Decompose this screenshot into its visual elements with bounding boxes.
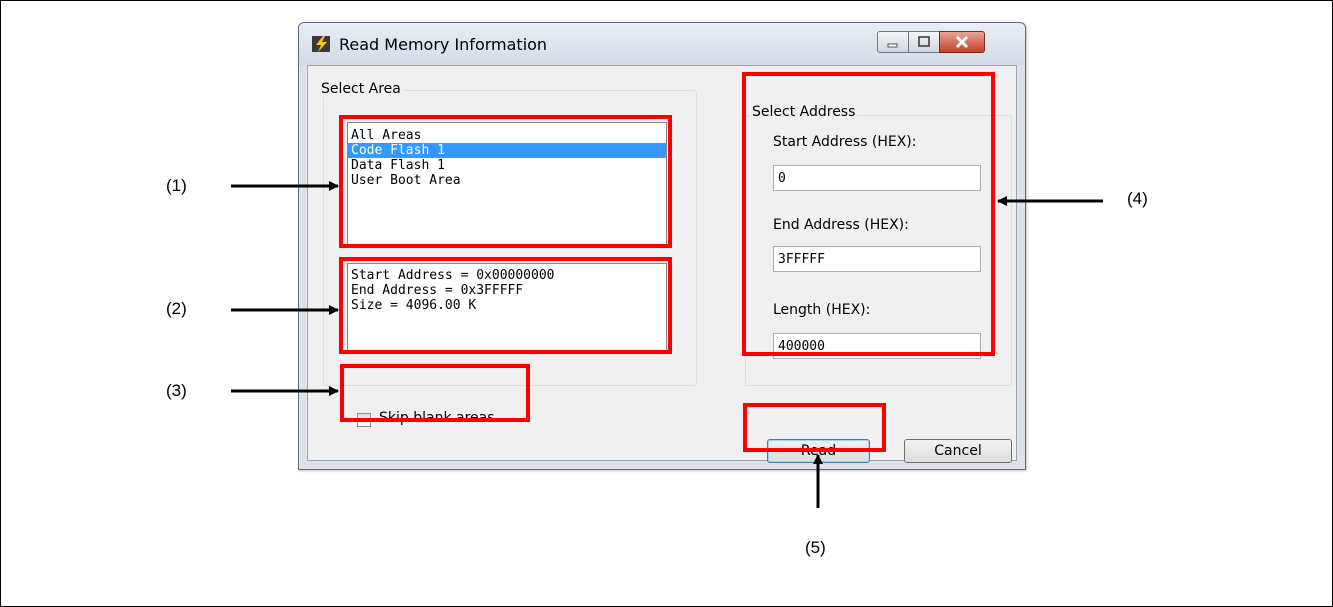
callout-arrows bbox=[231, 181, 1103, 508]
